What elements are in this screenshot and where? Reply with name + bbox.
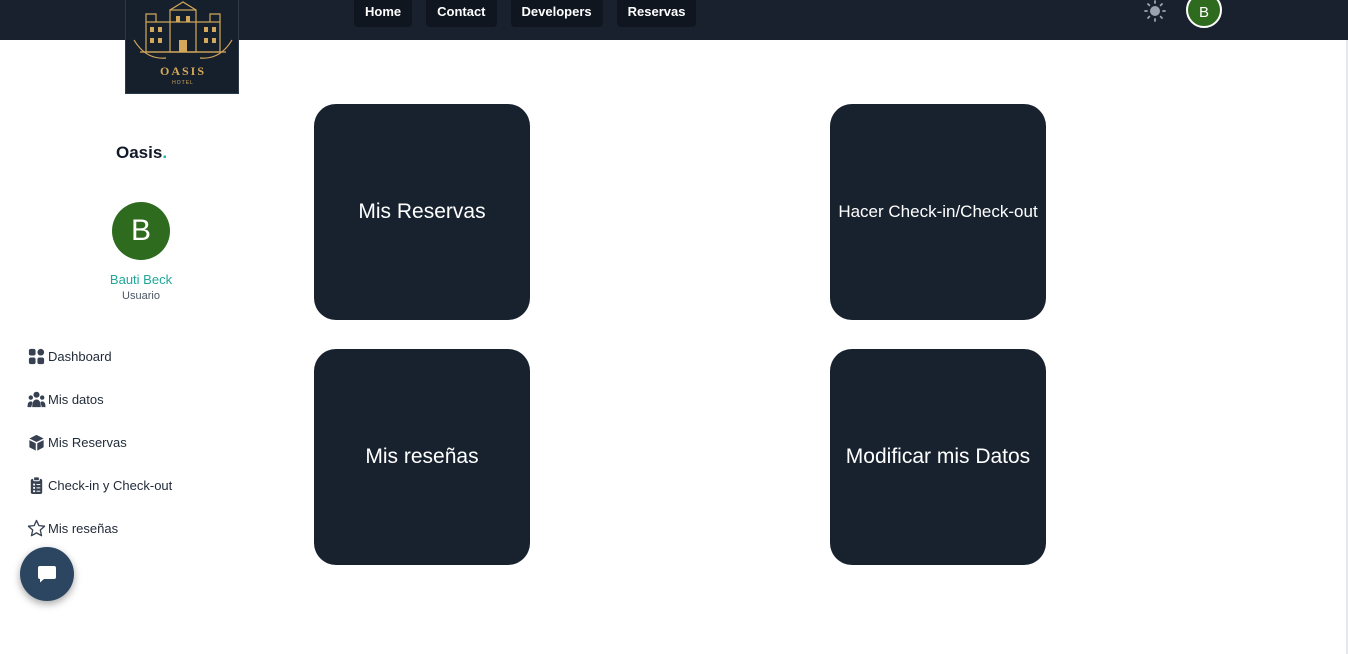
sidebar-brand: Oasis.: [116, 143, 167, 163]
sidebar-item-label: Dashboard: [48, 348, 112, 364]
chat-bubble-icon: [38, 566, 56, 583]
user-name: Bauti Beck: [109, 272, 173, 287]
svg-text:HOTEL: HOTEL: [172, 80, 194, 86]
card-modificar-datos[interactable]: Modificar mis Datos: [830, 349, 1046, 565]
sidebar-item-mis-resenas[interactable]: Mis reseñas: [27, 518, 118, 538]
sidebar-item-label: Mis Reservas: [48, 434, 127, 450]
nav-home[interactable]: Home: [354, 0, 413, 27]
users-icon: [27, 391, 46, 407]
user-avatar: B: [112, 202, 170, 260]
chat-button[interactable]: [20, 547, 74, 601]
sidebar-item-mis-reservas[interactable]: Mis Reservas: [27, 432, 127, 452]
sidebar-item-label: Mis datos: [48, 391, 104, 407]
sidebar-item-check-in[interactable]: Check-in y Check-out: [27, 475, 172, 495]
hotel-logo-icon: OASIS HOTEL: [133, 1, 233, 86]
user-role: Usuario: [122, 290, 160, 302]
sun-icon[interactable]: [1143, 0, 1167, 22]
nav-developers[interactable]: Developers: [510, 0, 603, 27]
sidebar-brand-dot: .: [162, 143, 168, 162]
nav-reservas[interactable]: Reservas: [616, 0, 697, 27]
svg-text:OASIS: OASIS: [160, 64, 206, 78]
sidebar-item-dashboard[interactable]: Dashboard: [27, 346, 112, 366]
sidebar-brand-name: Oasis: [116, 143, 163, 162]
star-icon: [27, 519, 46, 536]
clipboard-icon: [30, 475, 43, 494]
box-icon: [29, 434, 44, 451]
sidebar-item-label: Mis reseñas: [48, 520, 119, 536]
card-mis-resenas[interactable]: Mis reseñas: [314, 349, 530, 565]
sidebar-item-label: Check-in y Check-out: [48, 477, 173, 493]
main-nav: Home Contact Developers Reservas: [354, 0, 697, 27]
card-check-in-out[interactable]: Hacer Check-in/Check-out: [830, 104, 1046, 320]
sidebar-item-mis-datos[interactable]: Mis datos: [27, 389, 104, 409]
card-mis-reservas[interactable]: Mis Reservas: [314, 104, 530, 320]
hotel-logo[interactable]: OASIS HOTEL: [125, 0, 239, 94]
dashboard-icon: [28, 348, 45, 364]
nav-contact[interactable]: Contact: [426, 0, 497, 27]
